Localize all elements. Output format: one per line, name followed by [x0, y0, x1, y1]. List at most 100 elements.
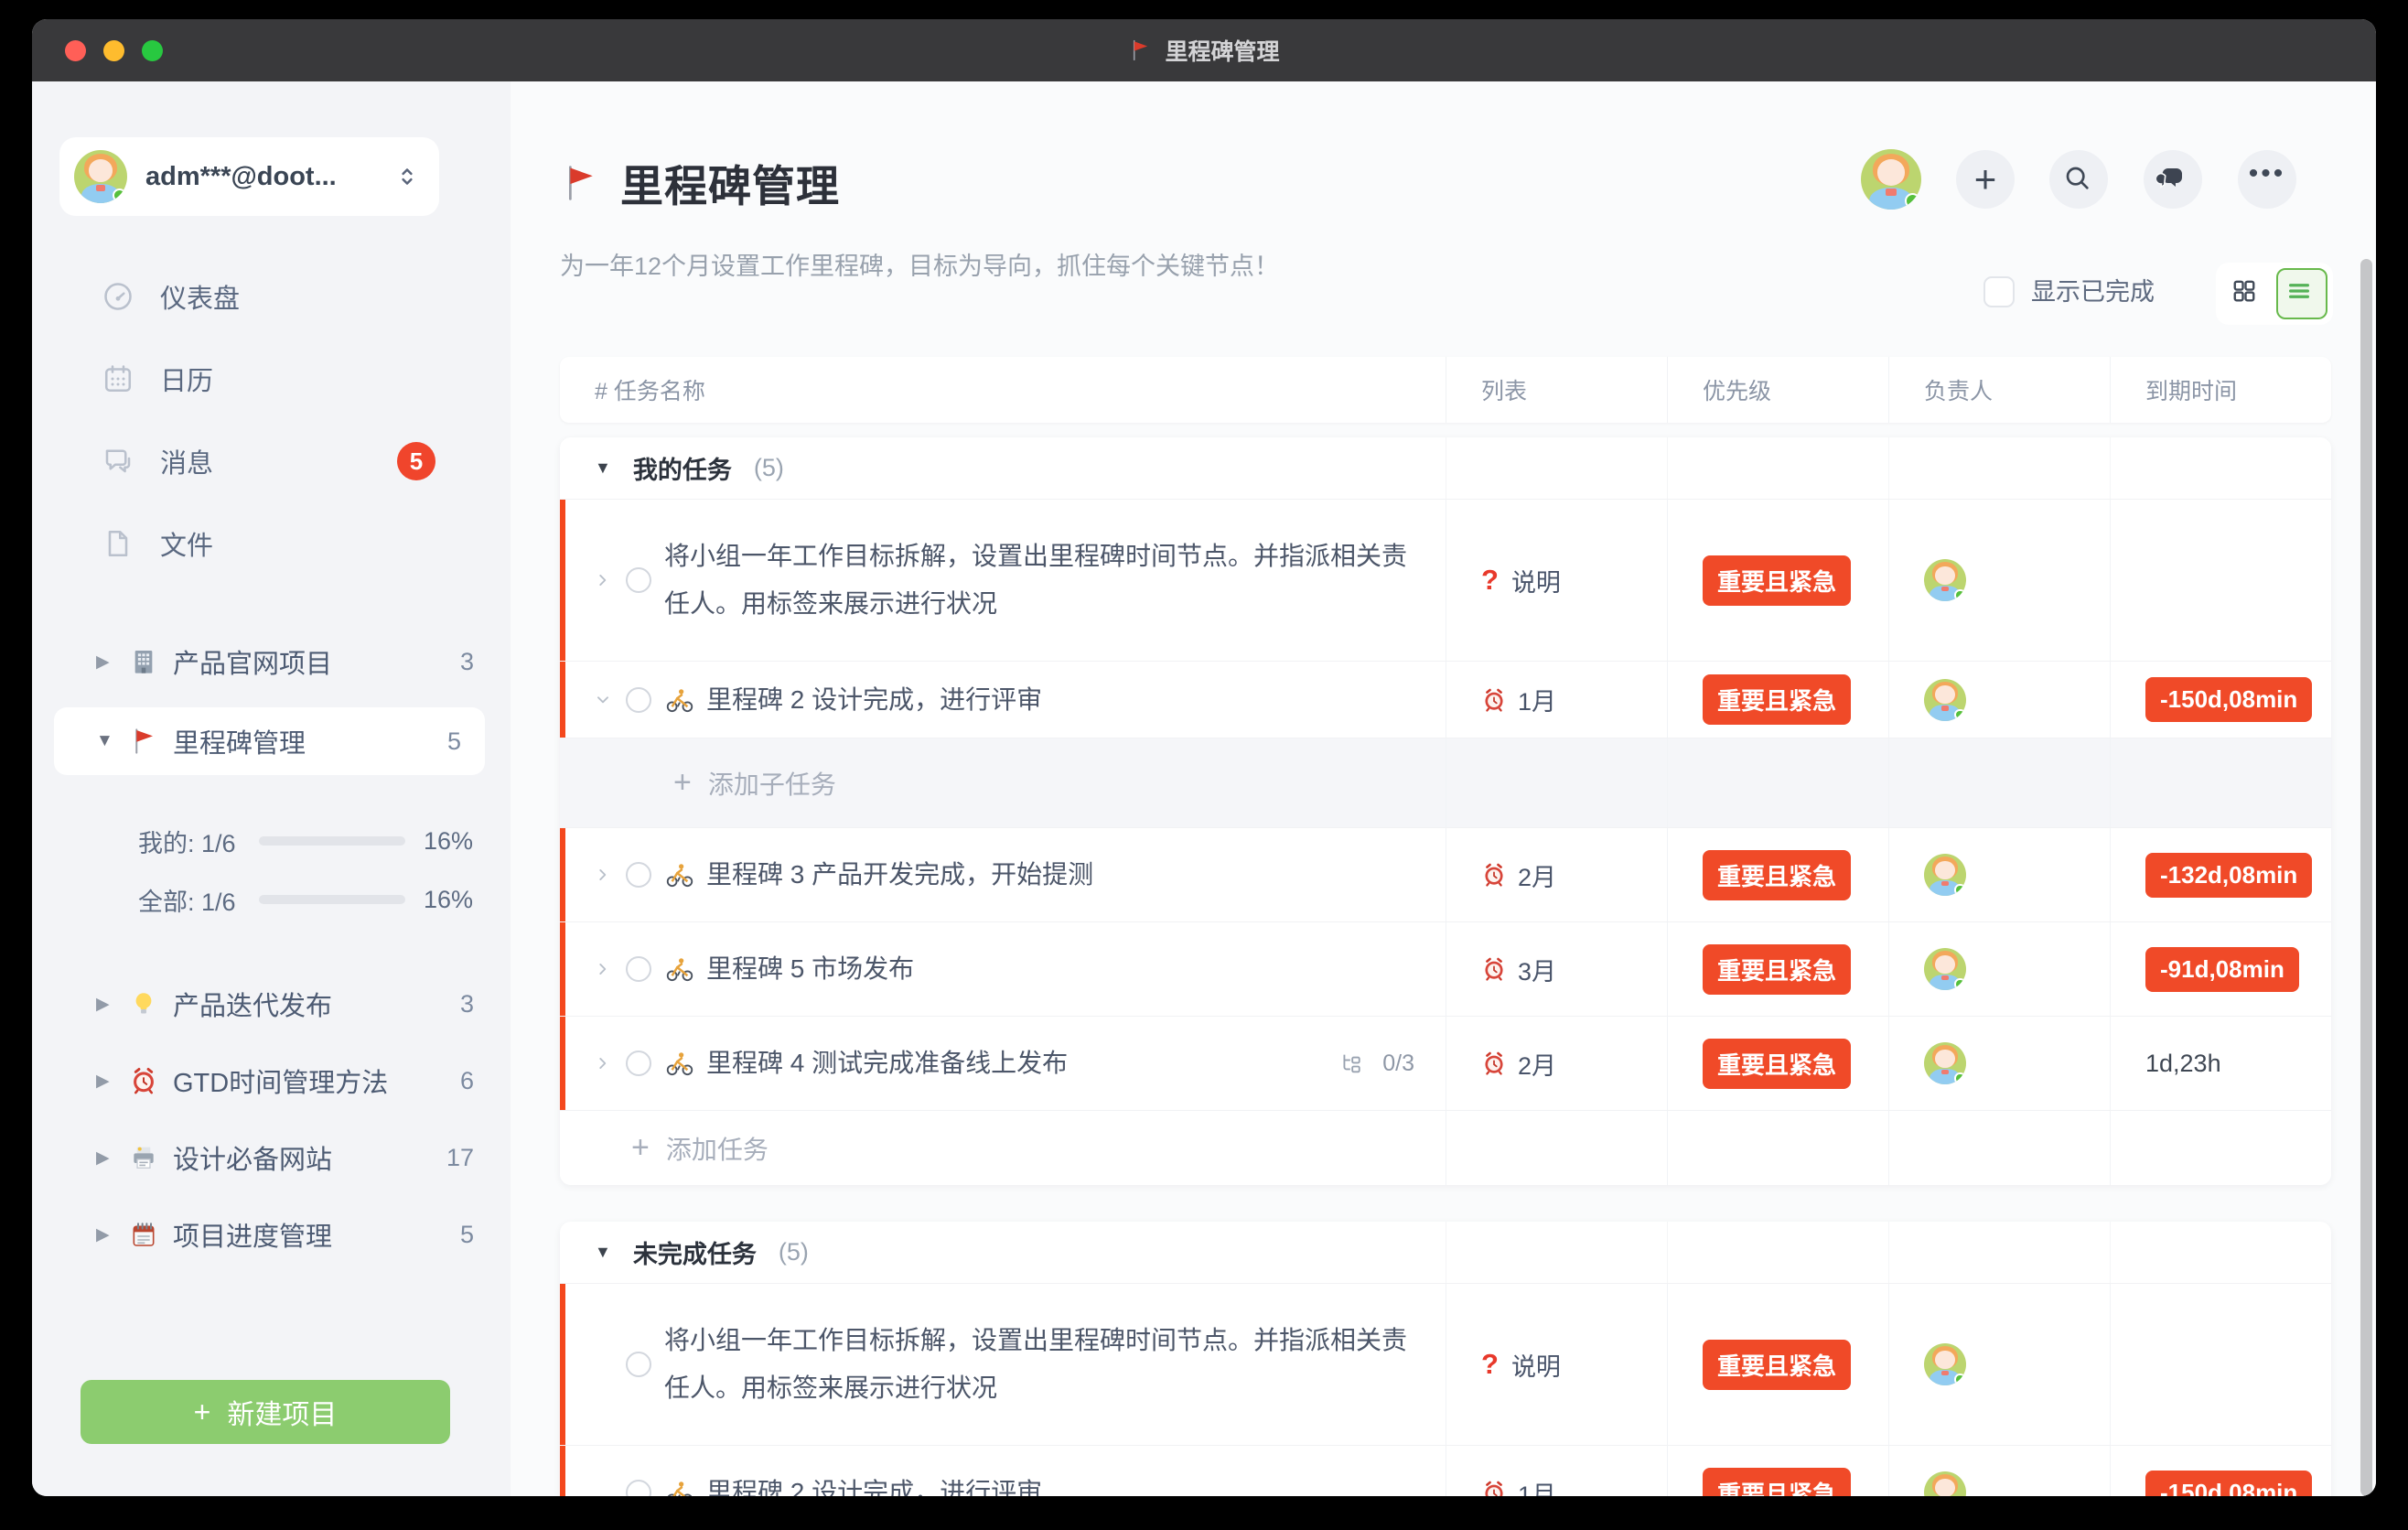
triangle-down-icon[interactable]: ▼: [595, 458, 611, 478]
triangle-down-icon[interactable]: ▼: [96, 731, 120, 751]
subtree-icon: [1338, 1051, 1364, 1076]
sidebar-item-messages[interactable]: 消息5: [32, 420, 511, 502]
project-item[interactable]: ▶设计必备网站17: [32, 1119, 511, 1196]
close-window-button[interactable]: [65, 40, 86, 61]
avatar: [1924, 679, 1966, 721]
task-priority-cell: 重要且紧急: [1667, 1284, 1888, 1445]
chevron-right-icon[interactable]: [593, 1051, 617, 1075]
flag-icon: [129, 727, 158, 756]
empty-cell: [2110, 738, 2331, 827]
bulb-icon: [129, 989, 158, 1018]
complete-task-circle[interactable]: [626, 567, 651, 593]
search-button[interactable]: [2049, 150, 2108, 209]
triangle-right-icon[interactable]: ▶: [96, 1148, 120, 1169]
add-row-label: 添加子任务: [708, 765, 836, 802]
plus-icon: +: [673, 765, 692, 801]
task-name-cell: 里程碑 4 测试完成准备线上发布0/3: [560, 1017, 1446, 1110]
task-due-cell: [2110, 1284, 2331, 1445]
add-row-content[interactable]: +添加任务: [560, 1111, 1446, 1185]
window-title: 里程碑管理: [1165, 34, 1279, 67]
complete-task-circle[interactable]: [626, 1480, 651, 1496]
task-row[interactable]: 将小组一年工作目标拆解，设置出里程碑时间节点。并指派相关责任人。用标签来展示进行…: [560, 1283, 2331, 1445]
task-title: 里程碑 3 产品开发完成，开始提测: [706, 851, 1093, 899]
triangle-right-icon[interactable]: ▶: [96, 652, 120, 673]
column-due: 到期时间: [2110, 357, 2331, 423]
task-list-name: 2月: [1518, 857, 1556, 893]
minimize-window-button[interactable]: [103, 40, 124, 61]
alarm-icon: [1481, 687, 1507, 713]
zoom-window-button[interactable]: [142, 40, 163, 61]
group-header-cell: [1446, 1222, 1667, 1283]
member-avatar[interactable]: [1861, 149, 1921, 210]
printer-icon: [129, 1143, 158, 1172]
chat-button[interactable]: [2144, 150, 2202, 209]
chevron-down-icon[interactable]: [593, 688, 617, 712]
add-button[interactable]: +: [1956, 150, 2015, 209]
show-completed-checkbox[interactable]: [1983, 276, 2015, 307]
page-subtitle: 为一年12个月设置工作里程碑，目标为导向，抓住每个关键节点！: [560, 248, 1279, 285]
complete-task-circle[interactable]: [626, 1051, 651, 1076]
new-project-button[interactable]: + 新建项目: [81, 1380, 450, 1444]
group-header[interactable]: ▼我的任务(5): [560, 437, 2331, 499]
list-view-button[interactable]: [2276, 268, 2327, 319]
add-task-row[interactable]: +添加任务: [560, 1110, 2331, 1185]
priority-badge: 重要且紧急: [1703, 944, 1851, 995]
project-item[interactable]: ▶GTD时间管理方法6: [32, 1042, 511, 1119]
add-row-content[interactable]: + 添加子任务: [560, 738, 1446, 827]
column-priority: 优先级: [1667, 357, 1888, 423]
chevron-right-icon[interactable]: [593, 568, 617, 592]
group-header[interactable]: ▼未完成任务(5): [560, 1222, 2331, 1283]
chevron-right-icon[interactable]: [593, 957, 617, 981]
user-account-button[interactable]: adm***@doot...: [59, 137, 439, 216]
task-name-cell: 里程碑 5 市场发布: [560, 922, 1446, 1016]
triangle-down-icon[interactable]: ▼: [595, 1243, 611, 1262]
triangle-right-icon[interactable]: ▶: [96, 994, 120, 1015]
overdue-badge: -150d,08min: [2145, 1471, 2312, 1497]
avatar: [1924, 1343, 1966, 1385]
task-row[interactable]: 里程碑 2 设计完成，进行评审1月重要且紧急-150d,08min: [560, 661, 2331, 738]
task-assignee-cell: [1888, 828, 2110, 921]
complete-task-circle[interactable]: [626, 862, 651, 888]
project-progress-row: 我的: 1/616%: [32, 812, 511, 870]
triangle-right-icon[interactable]: ▶: [96, 1071, 120, 1092]
add-subtask-row[interactable]: + 添加子任务: [560, 738, 2331, 827]
task-priority-cell: 重要且紧急: [1667, 828, 1888, 921]
complete-task-circle[interactable]: [626, 956, 651, 982]
sidebar-item-dashboard[interactable]: 仪表盘: [32, 255, 511, 338]
project-item[interactable]: ▶产品迭代发布3: [32, 965, 511, 1042]
more-button[interactable]: •••: [2238, 150, 2296, 209]
grid-icon: [2231, 277, 2263, 310]
complete-task-circle[interactable]: [626, 1352, 651, 1377]
group-count: (5): [779, 1238, 809, 1266]
complete-task-circle[interactable]: [626, 687, 651, 713]
sidebar-item-file[interactable]: 文件: [32, 502, 511, 585]
task-row[interactable]: 里程碑 5 市场发布3月重要且紧急-91d,08min: [560, 921, 2331, 1016]
progress-bar: [259, 895, 405, 904]
empty-cell: [1667, 738, 1888, 827]
triangle-right-icon[interactable]: ▶: [96, 1224, 120, 1245]
task-row[interactable]: 里程碑 3 产品开发完成，开始提测2月重要且紧急-132d,08min: [560, 827, 2331, 921]
due-text: 1d,23h: [2145, 1050, 2221, 1078]
task-name-cell: 里程碑 3 产品开发完成，开始提测: [560, 828, 1446, 921]
task-row[interactable]: 里程碑 2 设计完成，进行评审1月重要且紧急-150d,08min: [560, 1445, 2331, 1496]
task-due-cell: 1d,23h: [2110, 1017, 2331, 1110]
sidebar-item-label: 文件: [160, 524, 213, 563]
task-row[interactable]: 里程碑 4 测试完成准备线上发布0/32月重要且紧急1d,23h: [560, 1016, 2331, 1110]
task-priority-cell: 重要且紧急: [1667, 922, 1888, 1016]
task-list-cell: ?说明: [1446, 500, 1667, 661]
chevron-right-icon[interactable]: [593, 863, 617, 887]
task-list-name: 1月: [1518, 682, 1556, 717]
vertical-scrollbar[interactable]: [2360, 259, 2372, 1496]
project-item[interactable]: ▼里程碑管理5: [54, 707, 485, 775]
task-row[interactable]: 将小组一年工作目标拆解，设置出里程碑时间节点。并指派相关责任人。用标签来展示进行…: [560, 499, 2331, 661]
project-count: 17: [446, 1144, 474, 1172]
task-group-card: ▼未完成任务(5)将小组一年工作目标拆解，设置出里程碑时间节点。并指派相关责任人…: [560, 1222, 2331, 1496]
sidebar-item-calendar[interactable]: 日历: [32, 338, 511, 420]
empty-cell: [1667, 1111, 1888, 1185]
progress-percent: 16%: [424, 827, 473, 856]
group-title: ▼我的任务(5): [560, 437, 1446, 499]
project-item[interactable]: ▶产品官网项目3: [32, 623, 511, 700]
project-item[interactable]: ▶项目进度管理5: [32, 1196, 511, 1273]
column-task-name: # 任务名称: [560, 357, 1446, 423]
grid-view-button[interactable]: [2221, 268, 2273, 319]
